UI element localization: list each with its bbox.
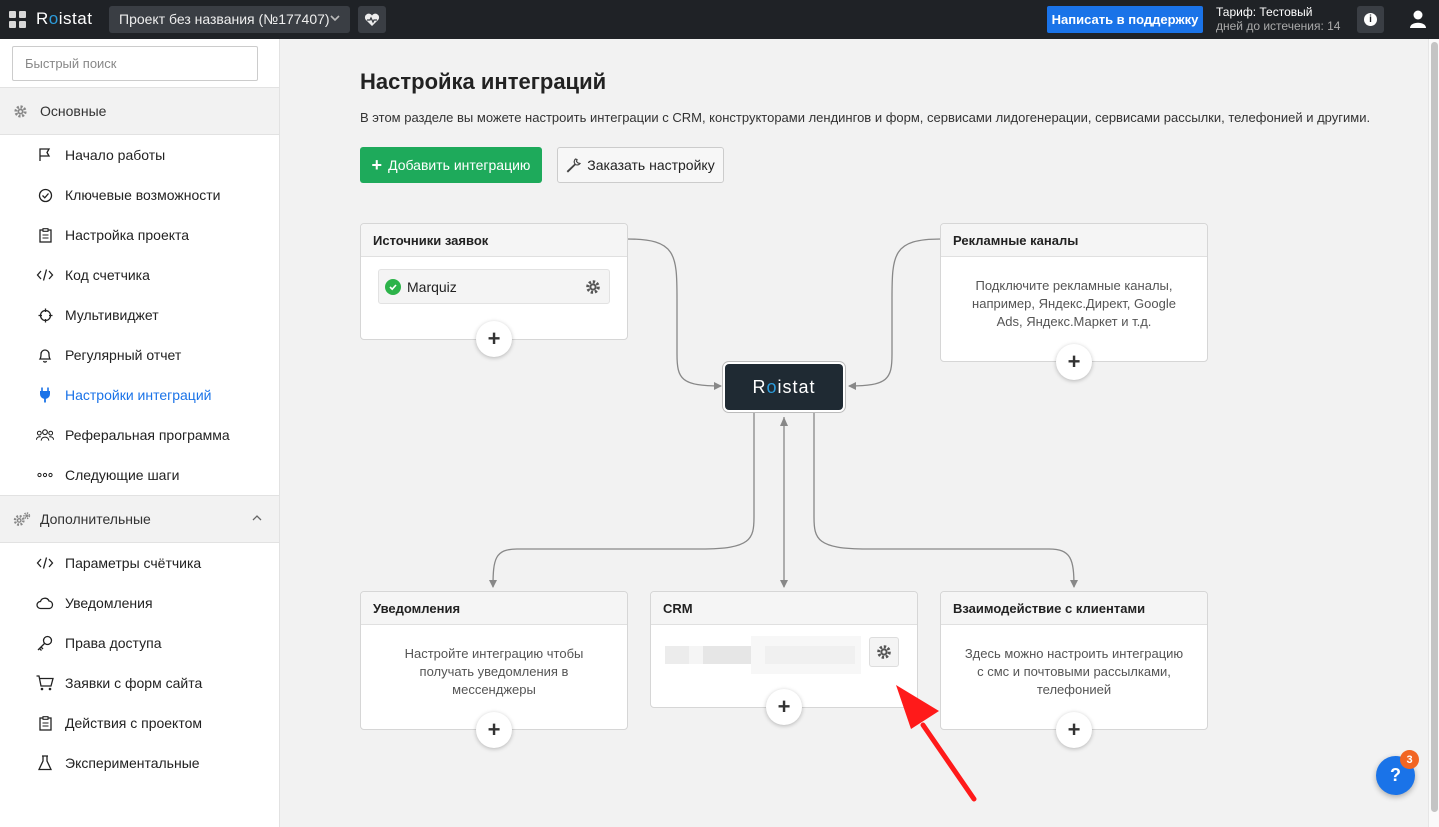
sidebar-item-site-forms[interactable]: Заявки с форм сайта — [0, 663, 279, 703]
sidebar-item-counter-params[interactable]: Параметры счётчика — [0, 543, 279, 583]
info-button[interactable]: i — [1357, 6, 1384, 33]
card-text: Настройте интеграцию чтобы получать увед… — [404, 646, 584, 697]
card-notifications: Уведомления Настройте интеграцию чтобы п… — [360, 591, 628, 730]
blurred-integration — [665, 636, 861, 674]
sidebar-item-referral[interactable]: Реферальная программа — [0, 415, 279, 455]
sidebar-item-regular-report[interactable]: Регулярный отчет — [0, 335, 279, 375]
cloud-icon — [36, 594, 54, 612]
add-client-interaction-button[interactable]: + — [1056, 712, 1092, 748]
add-source-button[interactable]: + — [476, 321, 512, 357]
sidebar-item-experimental[interactable]: Экспериментальные — [0, 743, 279, 783]
clipboard-icon — [36, 226, 54, 244]
sidebar-item-access-rights[interactable]: Права доступа — [0, 623, 279, 663]
chevron-up-icon[interactable] — [251, 512, 263, 524]
flag-icon — [36, 146, 54, 164]
quick-search-input[interactable] — [12, 46, 258, 81]
card-title: Источники заявок — [361, 224, 627, 257]
card-title: Взаимодействие с клиентами — [941, 592, 1207, 625]
section-main-header[interactable]: Основные — [0, 87, 279, 135]
gear-icon — [877, 645, 891, 659]
sidebar-item-integrations[interactable]: Настройки интеграций — [0, 375, 279, 415]
red-annotation-arrow — [896, 685, 977, 802]
flask-icon — [36, 754, 54, 772]
crosshair-icon — [36, 306, 54, 324]
heart-pulse-icon — [364, 13, 380, 26]
tariff-days: дней до истечения: 14 — [1216, 19, 1341, 33]
gear-icon — [14, 105, 27, 118]
code-icon — [36, 266, 54, 284]
check-icon — [385, 279, 401, 295]
key-icon — [36, 634, 54, 652]
card-title: Уведомления — [361, 592, 627, 625]
sidebar-item-project-settings[interactable]: Настройка проекта — [0, 215, 279, 255]
add-notification-button[interactable]: + — [476, 712, 512, 748]
sidebar-item-start[interactable]: Начало работы — [0, 135, 279, 175]
users-icon — [36, 426, 54, 444]
code-icon — [36, 554, 54, 572]
sidebar-item-notifications[interactable]: Уведомления — [0, 583, 279, 623]
check-circle-icon — [36, 186, 54, 204]
card-title: Рекламные каналы — [941, 224, 1207, 257]
scrollbar-thumb[interactable] — [1431, 42, 1438, 812]
page-scrollbar[interactable] — [1428, 39, 1439, 827]
card-text: Подключите рекламные каналы, например, Я… — [972, 278, 1176, 329]
help-badge: 3 — [1400, 750, 1419, 769]
main-content: Настройка интеграций В этом разделе вы м… — [281, 39, 1426, 827]
add-ad-channel-button[interactable]: + — [1056, 344, 1092, 380]
info-icon: i — [1364, 13, 1377, 26]
sidebar: Основные Начало работы Ключевые возможно… — [0, 39, 280, 827]
heart-pulse-button[interactable] — [358, 6, 386, 33]
card-ad-channels: Рекламные каналы Подключите рекламные ка… — [940, 223, 1208, 362]
gears-icon — [13, 512, 31, 526]
section-main-label: Основные — [40, 103, 107, 119]
sidebar-item-next-steps[interactable]: Следующие шаги — [0, 455, 279, 495]
integration-item-marquiz[interactable]: Marquiz — [378, 269, 610, 304]
user-icon[interactable] — [1408, 9, 1428, 29]
chevron-down-icon — [329, 11, 341, 28]
sidebar-item-key-features[interactable]: Ключевые возможности — [0, 175, 279, 215]
cart-icon — [36, 674, 54, 692]
add-crm-button[interactable]: + — [766, 689, 802, 725]
top-bar: Roistat Проект без названия (№177407) На… — [0, 0, 1439, 39]
tariff-info[interactable]: Тариф: Тестовый дней до истечения: 14 — [1216, 5, 1340, 33]
project-name: Проект без названия (№177407) — [119, 11, 330, 27]
section-extra-header[interactable]: Дополнительные — [0, 495, 279, 543]
card-title: CRM — [651, 592, 917, 625]
tariff-label: Тариф: Тестовый — [1216, 5, 1313, 19]
apps-grid-icon[interactable] — [9, 11, 26, 28]
sidebar-item-multiwidget[interactable]: Мультивиджет — [0, 295, 279, 335]
roistat-center-node: Ro istat — [725, 364, 843, 410]
support-button[interactable]: Написать в поддержку — [1047, 6, 1203, 33]
section-extra-label: Дополнительные — [40, 511, 151, 527]
sidebar-item-project-actions[interactable]: Действия с проектом — [0, 703, 279, 743]
bell-icon — [36, 346, 54, 364]
sidebar-item-counter-code[interactable]: Код счетчика — [0, 255, 279, 295]
clipboard-icon — [36, 714, 54, 732]
plug-icon — [36, 386, 54, 404]
dots-icon — [36, 466, 54, 484]
project-select[interactable]: Проект без названия (№177407) — [109, 6, 350, 33]
roistat-logo[interactable]: Roistat — [36, 9, 92, 29]
gear-icon[interactable] — [579, 273, 607, 301]
